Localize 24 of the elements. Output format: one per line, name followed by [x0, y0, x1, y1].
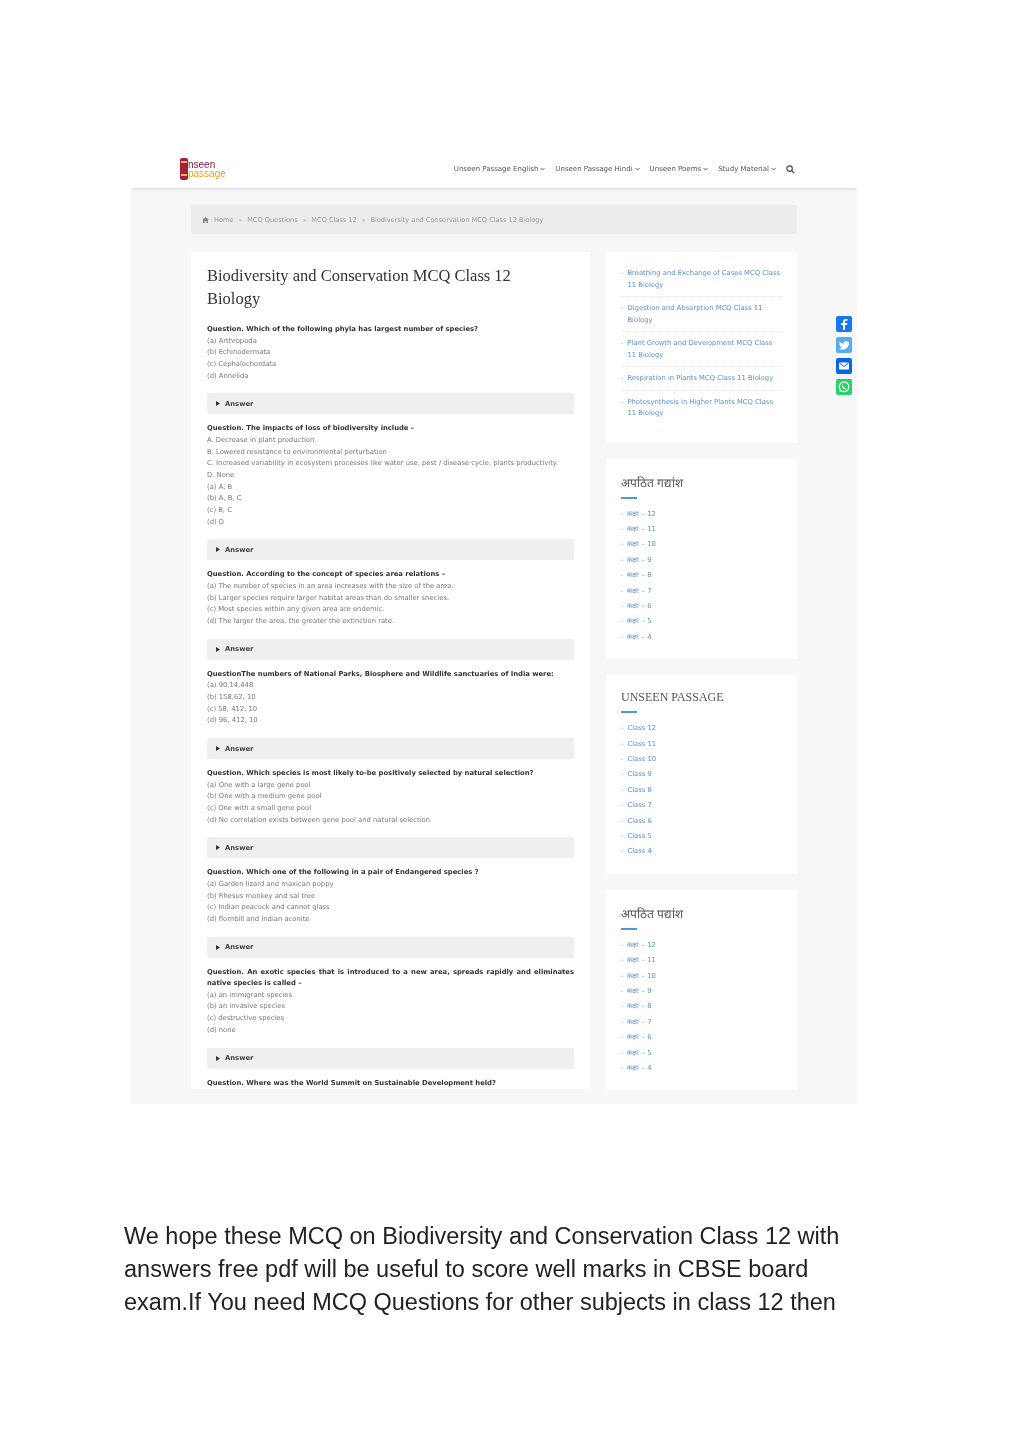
- article-title: Biodiversity and Conservation MCQ Class 12 Biology: [207, 265, 512, 310]
- search-icon[interactable]: [786, 164, 795, 174]
- book-logo-icon: [180, 158, 188, 180]
- triangle-right-icon: [216, 1055, 220, 1061]
- triangle-right-icon: [216, 401, 220, 407]
- chevron-down-icon: [634, 167, 640, 171]
- chevron-down-icon: [771, 167, 776, 171]
- email-share-icon[interactable]: [836, 358, 852, 374]
- widget-title: अपठित पद्यांश: [621, 905, 685, 922]
- caption-paragraph: We hope these MCQ on Biodiversity and Conservation Class 12 with answers free pdf will be useful to score well marks in CBSE board exam.If You need MCQ Questions for other subjects in class 12 then: [124, 1222, 841, 1317]
- widget-title: अपठित गद्यांश: [621, 474, 685, 491]
- triangle-right-icon: [216, 845, 220, 851]
- triangle-right-icon: [216, 746, 220, 752]
- home-icon: [202, 216, 209, 223]
- logo-subtext[interactable]: passage: [188, 169, 226, 178]
- triangle-right-icon: [216, 547, 220, 553]
- triangle-right-icon: [216, 646, 220, 652]
- widget-title: UNSEEN PASSAGE: [621, 690, 725, 706]
- chevron-down-icon: [703, 167, 709, 171]
- twitter-share-icon[interactable]: [836, 337, 852, 353]
- logo-text[interactable]: nseen: [188, 160, 226, 169]
- triangle-right-icon: [216, 944, 220, 950]
- facebook-share-icon[interactable]: [836, 316, 852, 332]
- chevron-down-icon: [540, 167, 546, 171]
